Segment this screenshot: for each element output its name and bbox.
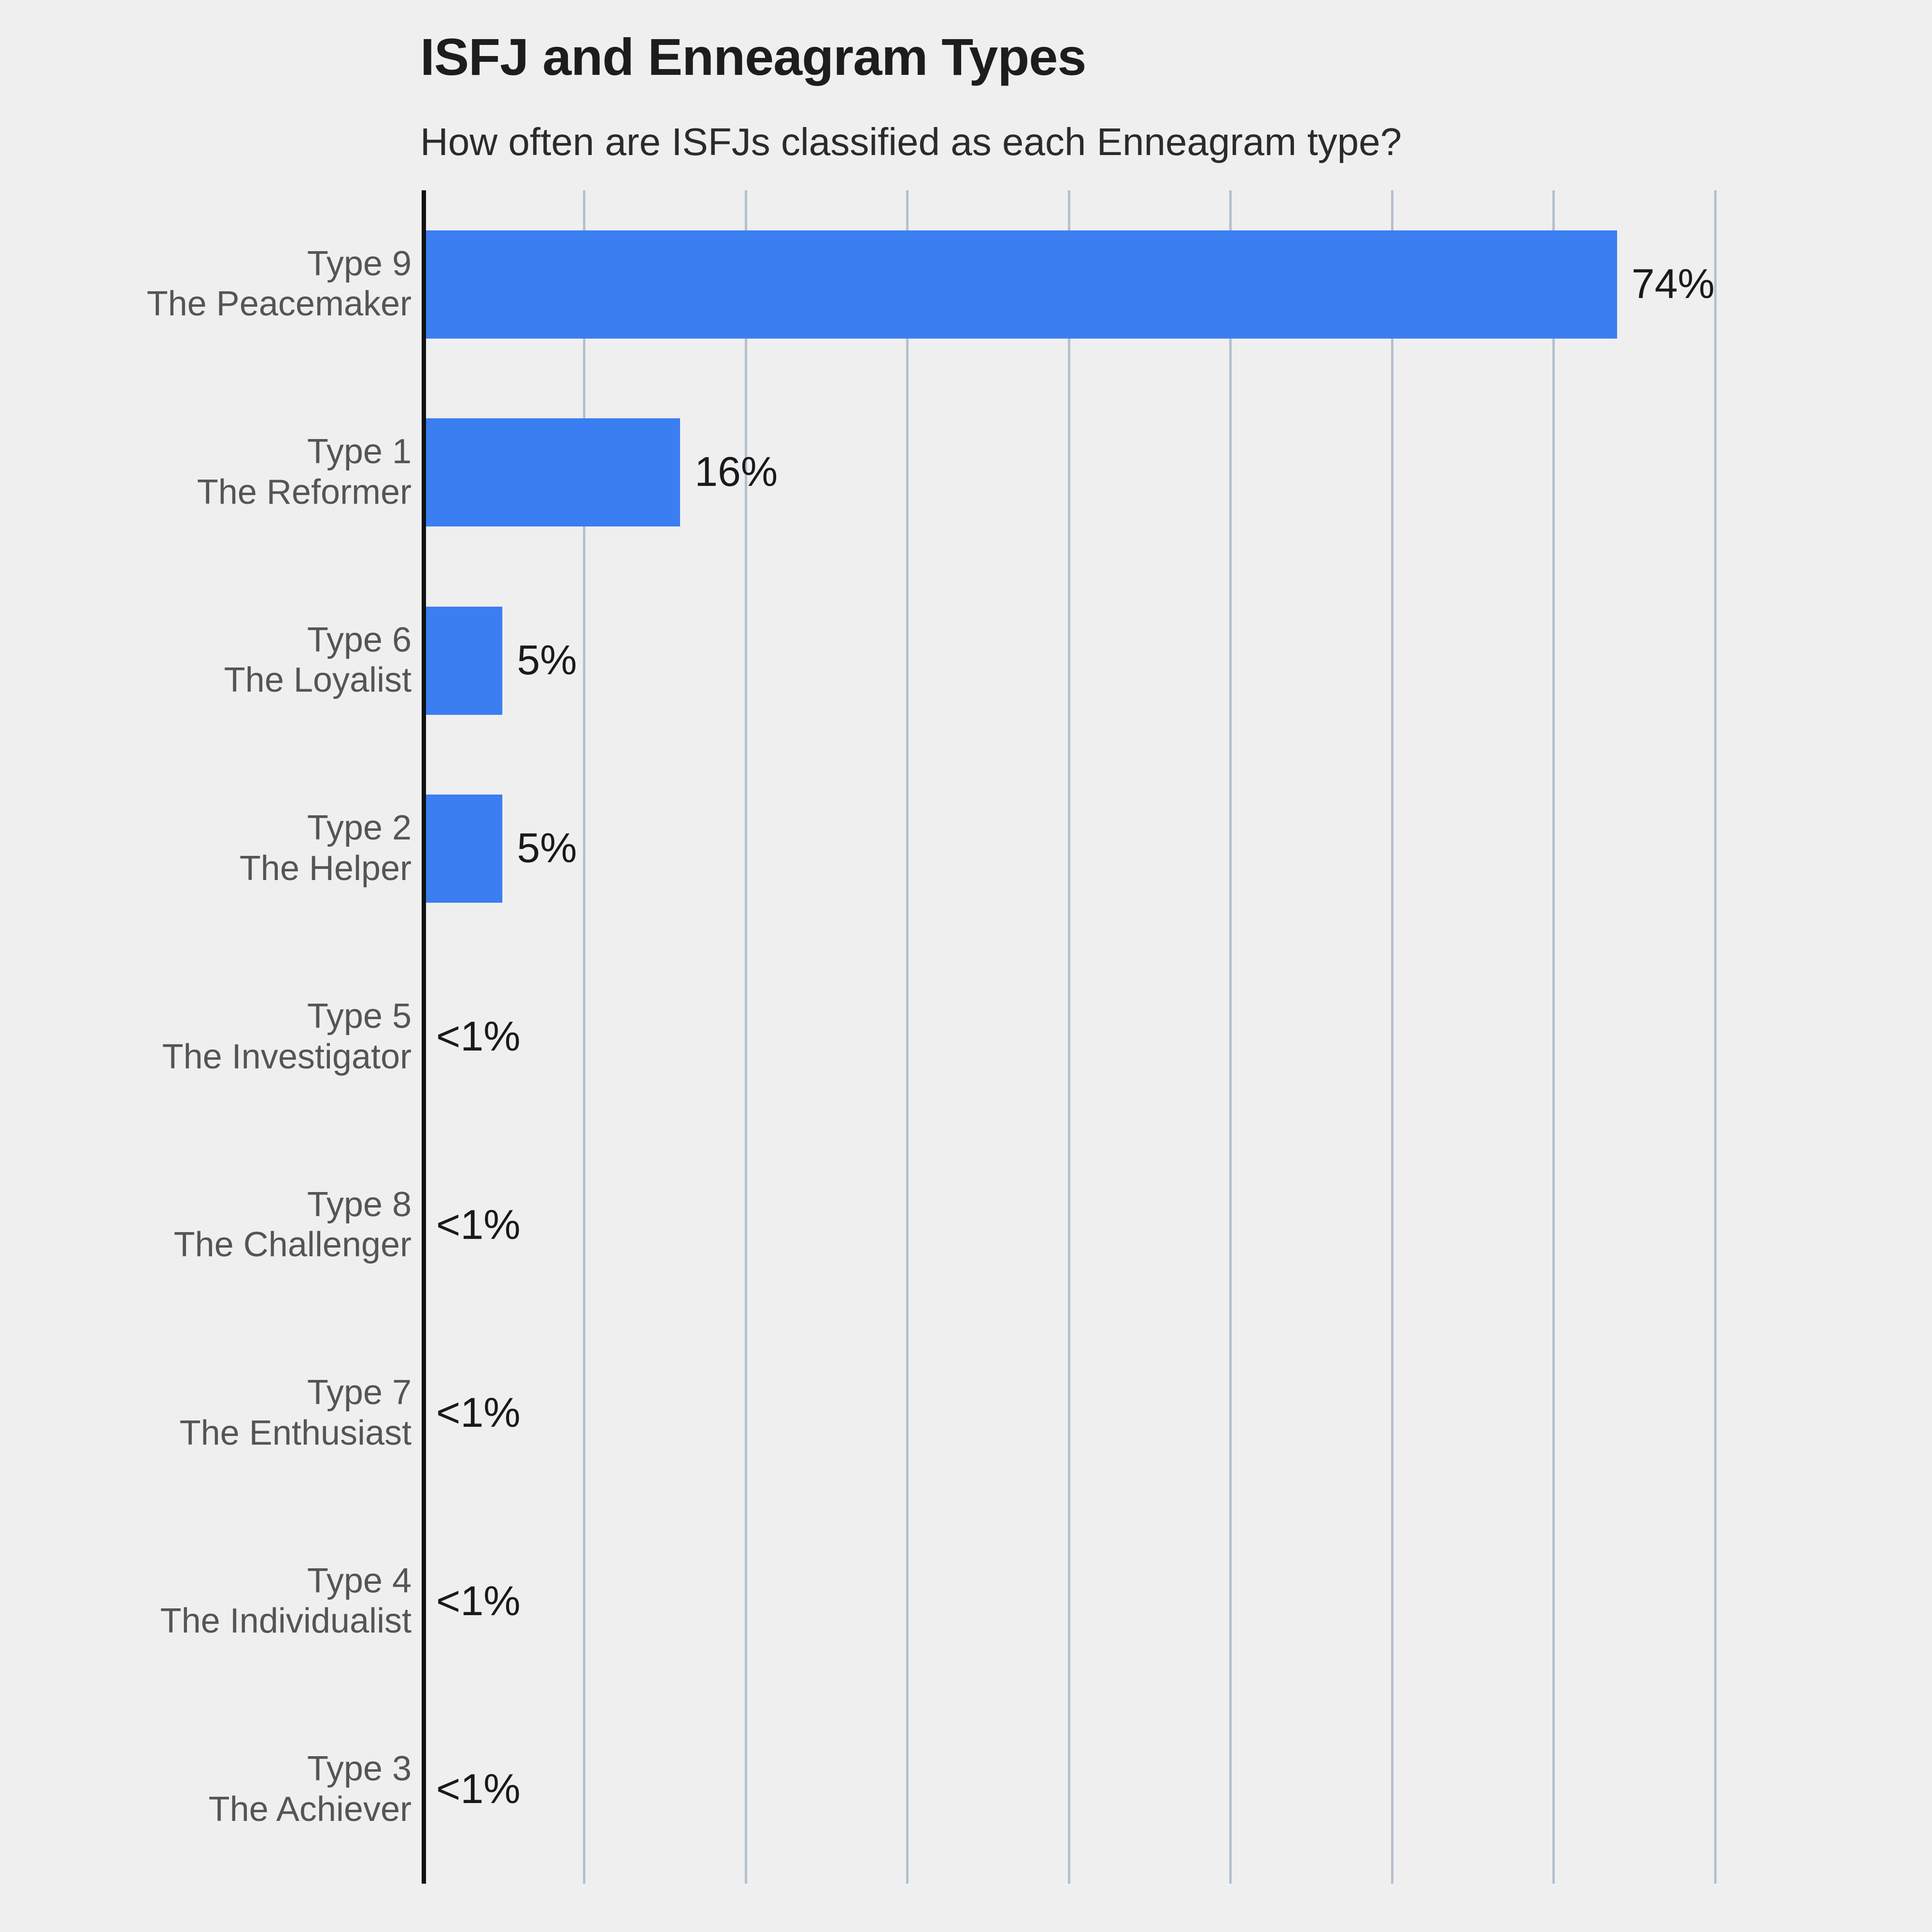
bar-value-label: <1% [436,1390,521,1436]
y-axis-label-name: The Enthusiast [179,1413,412,1452]
chart-container: ISFJ and Enneagram Types How often are I… [0,0,1932,1932]
plot-area: 74% 16% 5% 5% <1% <1% <1% <1% <1% [422,190,1875,1884]
y-axis-label-type: Type 9 [307,244,412,283]
y-axis-label-type: Type 8 [307,1185,412,1224]
bar-value-label: 5% [517,825,577,872]
y-axis-line [422,190,426,1884]
y-axis-label-type: Type 5 [307,997,412,1036]
bar-row: <1% [422,1319,1875,1507]
bar-value-label: <1% [436,1013,521,1060]
y-axis-label: Type 8 The Challenger [174,1185,412,1265]
y-axis-label-type: Type 3 [307,1749,412,1789]
bar-value-label: 5% [517,637,577,683]
y-axis-label: Type 3 The Achiever [209,1749,412,1830]
bar[interactable] [422,795,503,903]
bar-value-label: <1% [436,1201,521,1248]
y-axis-label-type: Type 7 [307,1373,412,1412]
bar-row: <1% [422,943,1875,1131]
y-axis-label-type: Type 6 [307,620,412,659]
y-axis-label-name: The Investigator [162,1037,412,1076]
y-axis-label-name: The Loyalist [224,661,412,700]
y-axis-label: Type 1 The Reformer [197,432,412,512]
y-axis-label-type: Type 2 [307,809,412,848]
y-axis-label: Type 5 The Investigator [162,996,412,1077]
bar-value-label: 16% [695,449,778,496]
bar-row: 5% [422,755,1875,943]
y-axis-label-name: The Individualist [160,1602,412,1641]
chart-title: ISFJ and Enneagram Types [420,28,1086,86]
y-axis-label: Type 7 The Enthusiast [180,1373,412,1453]
bar-row: <1% [422,1131,1875,1320]
y-axis-label-name: The Peacemaker [146,284,412,324]
y-axis-label-name: The Challenger [173,1225,412,1264]
bar-row: <1% [422,1507,1875,1696]
bar[interactable] [422,418,681,527]
y-axis-label-type: Type 1 [307,432,412,471]
y-axis-label-type: Type 4 [307,1561,412,1600]
bar-row: 5% [422,567,1875,755]
y-axis-label-name: The Reformer [197,472,412,511]
bar-row: 16% [422,379,1875,567]
y-axis-label: Type 2 The Helper [240,808,412,889]
bar[interactable] [422,230,1617,339]
y-axis-label: Type 6 The Loyalist [224,620,412,701]
bar[interactable] [422,606,503,715]
chart-subtitle: How often are ISFJs classified as each E… [420,120,1402,163]
y-axis-label-name: The Helper [239,849,412,888]
bar-value-label: 74% [1631,260,1715,307]
bar-row: 74% [422,190,1875,379]
y-axis-label-name: The Achiever [208,1790,412,1829]
y-axis-label: Type 9 The Peacemaker [147,244,412,325]
y-axis-label: Type 4 The Individualist [160,1561,412,1642]
bar-row: <1% [422,1695,1875,1884]
bar-value-label: <1% [436,1577,521,1624]
bar-value-label: <1% [436,1766,521,1813]
